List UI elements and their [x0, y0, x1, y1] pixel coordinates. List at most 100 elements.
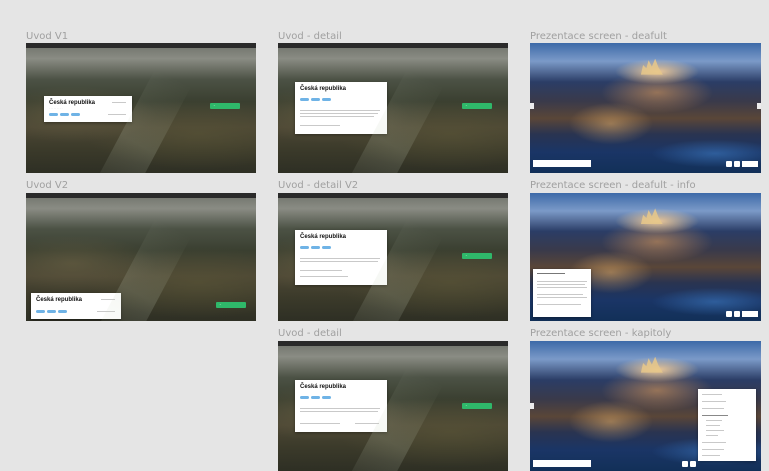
text-line: [537, 287, 587, 288]
control-button[interactable]: [726, 311, 732, 317]
chapter-item[interactable]: [702, 442, 726, 443]
tag-pill[interactable]: [300, 98, 309, 101]
text-line: [300, 276, 348, 277]
text-line: [537, 294, 583, 295]
frame-title: Prezentace screen - kapitoly: [530, 328, 672, 339]
card-link[interactable]: [101, 299, 115, 300]
card-link[interactable]: [108, 114, 126, 115]
tag-pill[interactable]: [60, 113, 69, 116]
chapter-item[interactable]: [702, 408, 724, 409]
card-title: Česká republika: [300, 86, 347, 92]
frame-title: Uvod - detail: [278, 328, 342, 339]
intro-card[interactable]: Česká republika: [31, 293, 121, 319]
text-line: [300, 113, 378, 114]
text-line: [300, 270, 342, 271]
card-link[interactable]: [97, 311, 115, 312]
control-button[interactable]: [734, 161, 740, 167]
start-button[interactable]: →: [210, 103, 240, 109]
top-bar: [278, 43, 508, 48]
frame-title: Uvod - detail V2: [278, 180, 359, 191]
screen-thumbnail[interactable]: Česká republika →: [278, 43, 508, 173]
prev-arrow-icon[interactable]: [530, 103, 534, 109]
prev-arrow-icon[interactable]: [530, 403, 534, 409]
chapter-item[interactable]: [702, 401, 726, 402]
screen-thumbnail[interactable]: [530, 193, 761, 321]
card-link[interactable]: [355, 423, 379, 424]
chapter-item[interactable]: [702, 415, 728, 416]
chapter-subitem[interactable]: [706, 430, 724, 431]
card-title: Česká republika: [300, 234, 347, 240]
chapters-panel[interactable]: [698, 389, 756, 461]
screen-thumbnail[interactable]: Česká republika →: [278, 193, 508, 321]
next-arrow-icon[interactable]: [757, 103, 761, 109]
card-link[interactable]: [112, 102, 126, 103]
text-line: [300, 110, 380, 111]
detail-card[interactable]: Česká republika: [295, 380, 387, 432]
start-button[interactable]: →: [462, 403, 492, 409]
start-button[interactable]: →: [216, 302, 246, 308]
text-line: [300, 411, 378, 412]
start-button-label: →: [465, 254, 468, 257]
start-button-label: →: [213, 104, 216, 107]
tag-pill[interactable]: [71, 113, 80, 116]
control-button[interactable]: [726, 161, 732, 167]
screen-thumbnail[interactable]: Česká republika · · · · · · · · · →: [26, 43, 256, 173]
detail-card[interactable]: Česká republika: [295, 82, 387, 134]
tag-pill[interactable]: [322, 396, 331, 399]
screen-thumbnail[interactable]: [530, 341, 761, 471]
control-button[interactable]: [742, 161, 758, 167]
start-button-label: →: [465, 104, 468, 107]
control-button[interactable]: [734, 311, 740, 317]
text-line: [537, 304, 581, 305]
chapter-subitem[interactable]: [706, 425, 720, 426]
intro-card[interactable]: Česká republika · · · · · · · · ·: [44, 96, 132, 122]
chapter-item[interactable]: [702, 449, 724, 450]
chapter-subitem[interactable]: [706, 435, 718, 436]
chapter-item[interactable]: [702, 394, 722, 395]
tag-pill[interactable]: [322, 98, 331, 101]
text-line: [300, 261, 378, 262]
screen-thumbnail[interactable]: Česká republika →: [26, 193, 256, 321]
chapter-item[interactable]: [702, 455, 720, 456]
card-title: Česká republika: [300, 384, 347, 390]
frame-title: Prezentace screen - deafult: [530, 31, 667, 42]
card-title: Česká republika: [49, 100, 96, 106]
text-line: [300, 423, 340, 424]
tag-pill[interactable]: [300, 246, 309, 249]
card-subtitle: · · · · · · · · ·: [49, 107, 63, 110]
text-line: [537, 297, 587, 298]
tag-pill[interactable]: [300, 396, 309, 399]
text-line: [300, 125, 340, 126]
text-line: [300, 116, 374, 117]
tag-pill[interactable]: [58, 310, 67, 313]
tag-pill[interactable]: [311, 98, 320, 101]
start-button-label: →: [465, 404, 468, 407]
text-line: [537, 284, 585, 285]
tag-pill[interactable]: [311, 246, 320, 249]
screen-thumbnail[interactable]: [530, 43, 761, 173]
text-line: [300, 408, 380, 409]
chapter-bar[interactable]: [533, 160, 591, 167]
control-button[interactable]: [690, 461, 696, 467]
tag-pill[interactable]: [49, 113, 58, 116]
detail-card[interactable]: Česká republika: [295, 230, 387, 285]
top-bar: [278, 341, 508, 346]
frame-title: Uvod V1: [26, 31, 69, 42]
frame-title: Uvod - detail: [278, 31, 342, 42]
start-button[interactable]: →: [462, 253, 492, 259]
start-button-label: →: [219, 303, 222, 306]
control-button[interactable]: [742, 311, 758, 317]
card-title: Česká republika: [36, 297, 83, 303]
control-button[interactable]: [682, 461, 688, 467]
tag-pill[interactable]: [47, 310, 56, 313]
tag-pill[interactable]: [322, 246, 331, 249]
tag-pill[interactable]: [36, 310, 45, 313]
frame-title: Uvod V2: [26, 180, 69, 191]
info-panel[interactable]: [533, 269, 591, 317]
chapter-bar[interactable]: [533, 460, 591, 467]
start-button[interactable]: →: [462, 103, 492, 109]
text-line: [537, 281, 587, 282]
screen-thumbnail[interactable]: Česká republika →: [278, 341, 508, 471]
tag-pill[interactable]: [311, 396, 320, 399]
chapter-subitem[interactable]: [706, 420, 722, 421]
